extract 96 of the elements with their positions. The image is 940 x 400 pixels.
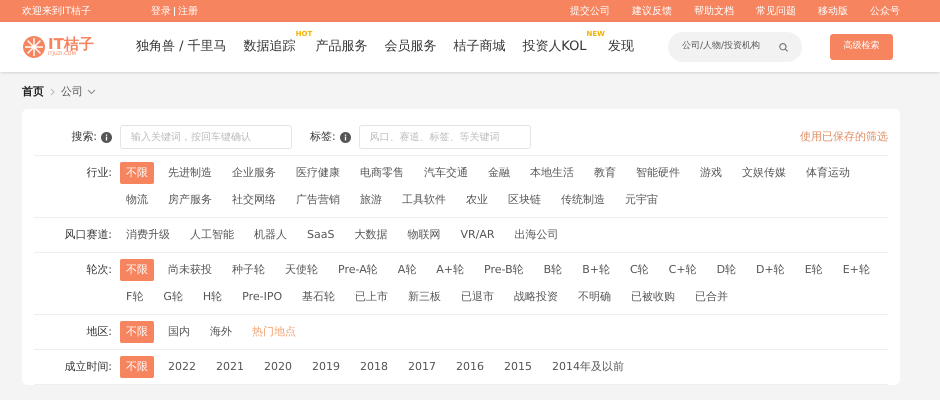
info-icon — [340, 132, 351, 142]
filter-option[interactable]: 教育 — [588, 162, 622, 184]
info-icon — [101, 132, 112, 142]
filter-option[interactable]: 企业服务 — [226, 162, 282, 184]
filter-label: 轮次: — [85, 262, 112, 278]
filter-option[interactable]: E+轮 — [836, 259, 876, 281]
filter-option[interactable]: 体育运动 — [800, 162, 856, 184]
filter-option[interactable]: 汽车交通 — [418, 162, 474, 184]
breadcrumb-separator-icon — [50, 88, 55, 96]
nav-link[interactable]: 发现 — [608, 37, 634, 57]
filter-option[interactable]: 先进制造 — [162, 162, 218, 184]
chevron-down-icon — [87, 89, 96, 95]
filter-option[interactable]: 元宇宙 — [619, 189, 664, 211]
filter-option[interactable]: 2019 — [306, 356, 346, 378]
breadcrumb-dropdown[interactable]: 公司 — [61, 84, 96, 100]
search-label: 搜索: — [71, 128, 97, 145]
filter-option[interactable]: 房产服务 — [162, 189, 218, 211]
filter-option[interactable]: 文娱传媒 — [736, 162, 792, 184]
filter-option[interactable]: B轮 — [538, 259, 568, 281]
filter-label: 风口赛道: — [63, 227, 112, 243]
filter-label: 地区: — [85, 324, 112, 340]
nav-link[interactable]: 数据追踪 — [244, 37, 296, 57]
filter-option[interactable]: VR/AR — [454, 224, 500, 246]
filter-option[interactable]: A轮 — [392, 259, 422, 281]
filter-option[interactable]: 电商零售 — [354, 162, 410, 184]
filter-option[interactable]: 区块链 — [502, 189, 547, 211]
filter-option[interactable]: 人工智能 — [184, 224, 240, 246]
filter-option[interactable]: 消费升级 — [120, 224, 176, 246]
filter-label: 行业: — [85, 165, 112, 181]
filter-option[interactable]: 2014年及以前 — [546, 356, 630, 378]
filter-option[interactable]: 机器人 — [248, 224, 293, 246]
tag-input-field[interactable]: 风口、赛道、标签、等关键词 — [358, 125, 531, 149]
filter-option[interactable]: 农业 — [460, 189, 494, 211]
tag-label: 标签: — [310, 128, 336, 145]
filter-option[interactable]: D+轮 — [750, 259, 791, 281]
filter-option[interactable]: 工具软件 — [396, 189, 452, 211]
citrus-slice-icon — [22, 35, 46, 59]
filter-option[interactable]: 2020 — [258, 356, 298, 378]
filter-option[interactable]: 尚未获投 — [162, 259, 218, 281]
filter-option[interactable]: 出海公司 — [508, 224, 564, 246]
filter-option[interactable]: Pre-A轮 — [332, 259, 384, 281]
filter-option[interactable]: 金融 — [482, 162, 516, 184]
filter-option[interactable]: B+轮 — [576, 259, 616, 281]
nav-link[interactable]: 桔子商城 — [453, 37, 506, 57]
filter-option[interactable]: 种子轮 — [226, 259, 271, 281]
filter-option[interactable]: 大数据 — [348, 224, 394, 246]
filter-option[interactable]: D轮 — [710, 259, 742, 281]
filter-option[interactable]: 社交网络 — [226, 189, 282, 211]
filter-option[interactable]: 传统制造 — [555, 189, 611, 211]
filter-option[interactable]: F轮 — [120, 286, 150, 308]
filter-option[interactable]: 天使轮 — [279, 259, 324, 281]
filter-option[interactable]: Pre-B轮 — [478, 259, 530, 281]
filter-option[interactable]: E轮 — [798, 259, 829, 281]
filter-option[interactable]: H轮 — [196, 286, 228, 308]
filter-option[interactable]: SaaS — [301, 224, 340, 246]
filter-option[interactable]: 已合并 — [689, 286, 734, 308]
filter-option[interactable]: 2015 — [498, 356, 538, 378]
filter-option[interactable]: 2021 — [210, 356, 250, 378]
filter-option[interactable]: 2017 — [402, 356, 442, 378]
nav-link[interactable]: 投资人KOL — [522, 37, 587, 57]
filter-option[interactable]: 医疗健康 — [290, 162, 346, 184]
welcome-text: 欢迎来到IT桔子 — [22, 4, 92, 18]
nav-link[interactable]: 产品服务 — [315, 37, 368, 57]
filter-option[interactable]: G轮 — [157, 286, 189, 308]
logo-name: IT桔子 — [48, 37, 94, 52]
filter-option[interactable]: 2022 — [162, 356, 202, 378]
search-input[interactable]: 公司/人物/投资机构 — [682, 40, 773, 54]
nav-link[interactable]: 独角兽 / 千里马 — [136, 37, 227, 57]
filter-option[interactable]: Pre-IPO — [236, 286, 288, 308]
filter-option[interactable]: 基石轮 — [296, 286, 342, 308]
filter-option[interactable]: 2016 — [450, 356, 490, 378]
filter-option[interactable]: 本地生活 — [524, 162, 580, 184]
filter-option[interactable]: 战略投资 — [508, 286, 564, 308]
filter-option[interactable]: C轮 — [624, 259, 655, 281]
filter-option[interactable]: 海外 — [204, 321, 238, 343]
filter-option[interactable]: 已被收购 — [625, 286, 682, 308]
keyword-input-field[interactable]: 输入关键词，按回车键确认 — [120, 125, 292, 149]
filter-option[interactable]: 已退市 — [455, 286, 500, 308]
filter-option[interactable]: 2018 — [354, 356, 394, 378]
filter-option[interactable]: A+轮 — [430, 259, 470, 281]
filter-option[interactable]: 旅游 — [354, 189, 388, 211]
filter-option[interactable]: 不明确 — [572, 286, 618, 308]
search-icon — [778, 42, 788, 52]
filter-option[interactable]: 物联网 — [401, 224, 446, 246]
nav-link[interactable]: 会员服务 — [384, 37, 436, 57]
filter-label: 成立时间: — [63, 359, 112, 375]
filter-option[interactable]: 新三板 — [402, 286, 448, 308]
filter-option[interactable]: 广告营销 — [290, 189, 346, 211]
filter-option[interactable]: 游戏 — [694, 162, 728, 184]
filter-option[interactable]: 已上市 — [349, 286, 394, 308]
filter-option[interactable]: 国内 — [162, 321, 196, 343]
breadcrumb-link[interactable]: 首页 — [22, 84, 44, 100]
filter-option[interactable]: 智能硬件 — [630, 162, 686, 184]
filter-option[interactable]: C+轮 — [662, 259, 703, 281]
filter-option[interactable]: 物流 — [120, 189, 154, 211]
search-field[interactable]: 公司/人物/投资机构 — [668, 32, 802, 62]
